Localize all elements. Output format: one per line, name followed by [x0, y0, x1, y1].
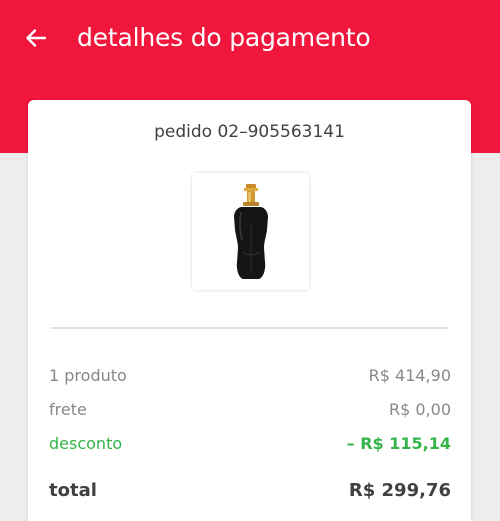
product-thumbnail[interactable] — [192, 173, 309, 290]
summary-row-discount: desconto – R$ 115,14 — [49, 434, 451, 453]
payment-details-card: pedido 02–905563141 1 produto R$ 414,90 … — [28, 100, 471, 521]
products-label: 1 produto — [49, 366, 127, 385]
back-button[interactable] — [20, 22, 52, 54]
page-title: detalhes do pagamento — [77, 23, 371, 52]
summary-row-products: 1 produto R$ 414,90 — [49, 366, 451, 385]
order-number: pedido 02–905563141 — [154, 122, 345, 142]
products-value: R$ 414,90 — [368, 366, 451, 385]
shipping-value: R$ 0,00 — [388, 400, 451, 419]
summary-row-shipping: frete R$ 0,00 — [49, 400, 451, 419]
shipping-label: frete — [49, 400, 87, 419]
total-value: R$ 299,76 — [348, 480, 451, 501]
discount-label: desconto — [49, 434, 123, 453]
perfume-bottle-image — [233, 183, 268, 279]
arrow-left-icon — [26, 29, 47, 47]
divider — [51, 327, 448, 329]
discount-value: – R$ 115,14 — [346, 434, 451, 453]
total-label: total — [49, 480, 97, 501]
summary-row-total: total R$ 299,76 — [49, 480, 451, 501]
